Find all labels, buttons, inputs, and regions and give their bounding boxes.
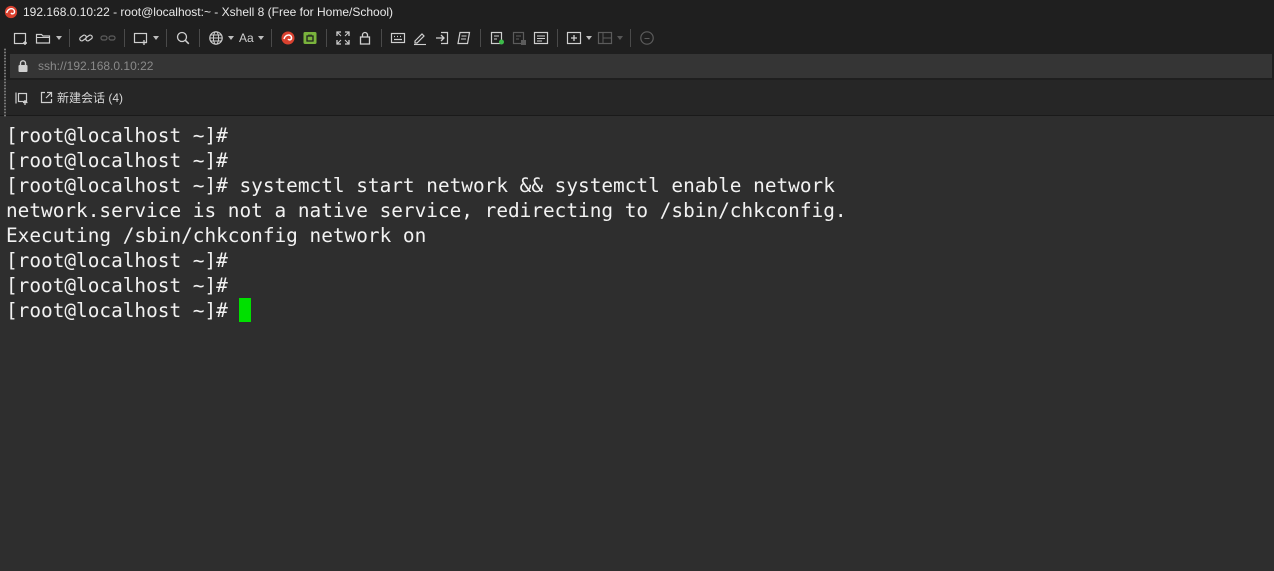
terminal-line: network.service is not a native service,… (6, 199, 847, 222)
xshell-logo-icon (4, 5, 18, 18)
toolbar-separator (380, 28, 382, 47)
font-dropdown[interactable] (257, 27, 264, 49)
log-stop-icon (512, 31, 526, 45)
script-button[interactable] (453, 27, 475, 49)
chat-button[interactable] (636, 27, 658, 49)
reconnect-button[interactable] (75, 27, 97, 49)
toolbar-separator (69, 28, 70, 47)
link-icon (79, 34, 93, 41)
transfer-icon (435, 31, 448, 44)
session-tab-bar: 新建会话 (4) (0, 80, 1274, 116)
notes-icon (533, 31, 548, 44)
new-tab-button[interactable] (130, 27, 152, 49)
log-stop-button[interactable] (508, 27, 530, 49)
log-button[interactable] (486, 27, 508, 49)
terminal-line: [root@localhost ~]# systemctl start netw… (6, 174, 835, 197)
new-session-icon (13, 32, 27, 45)
pen-icon (413, 32, 426, 45)
fullscreen-icon (336, 30, 350, 45)
xagent-button[interactable] (299, 27, 321, 49)
new-session-button[interactable] (10, 27, 32, 49)
xshell-window: 192.168.0.10:22 - root@localhost:~ - Xsh… (0, 0, 1274, 571)
address-text: ssh://192.168.0.10:22 (38, 59, 154, 73)
compose-button[interactable] (409, 27, 431, 49)
layout-dropdown[interactable] (616, 27, 623, 49)
window-title: 192.168.0.10:22 - root@localhost:~ - Xsh… (23, 4, 394, 19)
folder-open-icon (35, 33, 51, 44)
tab-new-session[interactable]: 新建会话 (4) (40, 89, 123, 106)
chat-bubble-icon (639, 30, 654, 45)
title-bar: 192.168.0.10:22 - root@localhost:~ - Xsh… (0, 0, 1274, 23)
address-field[interactable]: ssh://192.168.0.10:22 (10, 54, 1272, 78)
toolbar-separator (629, 28, 631, 47)
chevron-down-icon (153, 35, 159, 40)
font-button[interactable]: Aa (236, 27, 257, 49)
terminal-line: [root@localhost ~]# (6, 149, 228, 172)
keyboard-icon (390, 32, 405, 43)
script-icon (456, 31, 470, 44)
globe-icon (209, 30, 223, 45)
chevron-down-icon (585, 35, 592, 40)
toolbar-separator (325, 28, 327, 47)
terminal-line: [root@localhost ~]# (6, 274, 228, 297)
toolbar: Aa (0, 23, 1274, 136)
add-folder-dropdown[interactable] (585, 27, 592, 49)
toolbar-separator (166, 28, 167, 47)
terminal-line: Executing /sbin/chkconfig network on (6, 224, 427, 247)
log-icon (490, 31, 504, 44)
terminal-prompt-line: [root@localhost ~]# (6, 298, 1274, 323)
keyboard-button[interactable] (387, 27, 409, 49)
window-icon (133, 32, 148, 45)
toolbar-separator (556, 28, 558, 47)
terminal-line: [root@localhost ~]# (6, 249, 228, 272)
layout-button[interactable] (594, 27, 616, 49)
tab-label: 新建会话 (4) (57, 91, 124, 105)
address-bar: ssh://192.168.0.10:22 (0, 52, 1274, 80)
new-tab-dropdown[interactable] (153, 27, 159, 49)
toolbar-separator (124, 28, 125, 47)
chevron-down-icon (56, 35, 62, 40)
notes-button[interactable] (530, 27, 552, 49)
font-button-label: Aa (239, 30, 254, 45)
terminal-prompt: [root@localhost ~]# (6, 299, 240, 322)
open-session-dropdown[interactable] (56, 27, 62, 49)
lock-button[interactable] (354, 27, 376, 49)
transfer-button[interactable] (431, 27, 453, 49)
encoding-dropdown[interactable] (228, 27, 234, 49)
chevron-down-icon (616, 35, 623, 40)
toolbar-separator (479, 28, 481, 47)
unlink-icon (100, 34, 116, 41)
fullscreen-button[interactable] (332, 27, 354, 49)
toolbar-separator (270, 28, 272, 47)
external-link-icon (40, 91, 53, 104)
terminal-area[interactable]: [root@localhost ~]# [root@localhost ~]# … (0, 117, 1274, 571)
xftp-button[interactable] (277, 27, 299, 49)
search-icon (176, 31, 190, 44)
green-box-icon (303, 31, 317, 44)
find-button[interactable] (172, 27, 194, 49)
disconnect-button[interactable] (97, 27, 119, 49)
xftp-icon (281, 31, 295, 44)
encoding-button[interactable] (205, 27, 227, 49)
chevron-down-icon (257, 35, 264, 40)
terminal-cursor (239, 298, 252, 322)
layout-icon (597, 31, 612, 44)
padlock-icon (359, 31, 370, 45)
folder-add-icon (566, 31, 581, 44)
add-folder-button[interactable] (563, 27, 585, 49)
toolbar-separator (199, 28, 200, 47)
open-session-button[interactable] (32, 27, 55, 49)
chevron-down-icon (228, 35, 234, 40)
session-manager-icon[interactable] (14, 90, 30, 106)
terminal-line: [root@localhost ~]# (6, 124, 228, 147)
lock-icon (18, 60, 28, 72)
